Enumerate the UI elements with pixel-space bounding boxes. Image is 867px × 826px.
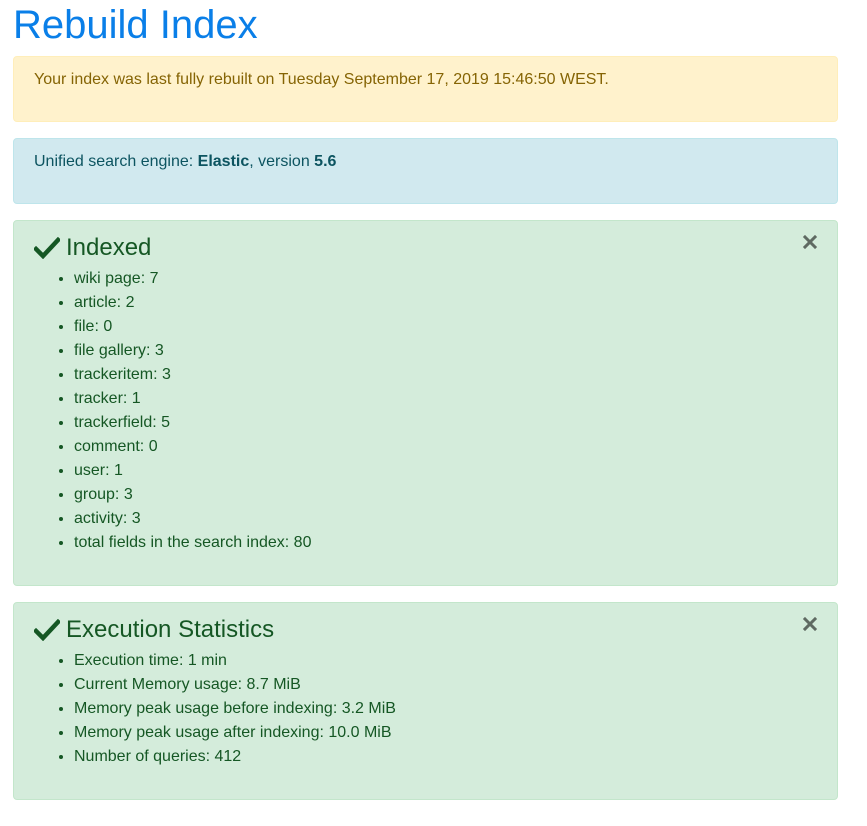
last-rebuilt-text: Your index was last fully rebuilt on Tue… <box>34 71 609 88</box>
list-item: activity: 3 <box>74 507 817 531</box>
stats-heading: Execution Statistics <box>34 615 817 645</box>
indexed-heading: Indexed <box>34 233 817 263</box>
close-icon <box>803 235 817 249</box>
list-item: Execution time: 1 min <box>74 649 817 673</box>
list-item: Number of queries: 412 <box>74 745 817 769</box>
list-item: wiki page: 7 <box>74 267 817 291</box>
search-engine-alert: Unified search engine: Elastic, version … <box>13 138 838 204</box>
list-item: trackerfield: 5 <box>74 411 817 435</box>
page-title: Rebuild Index <box>13 3 258 47</box>
indexed-list: wiki page: 7 article: 2 file: 0 file gal… <box>34 267 817 555</box>
indexed-panel: Indexed wiki page: 7 article: 2 file: 0 … <box>13 220 838 586</box>
stats-close-button[interactable] <box>803 617 817 631</box>
list-item: Memory peak usage after indexing: 10.0 M… <box>74 721 817 745</box>
page: Rebuild Index Your index was last fully … <box>0 0 851 800</box>
search-engine-prefix: Unified search engine: <box>34 153 198 170</box>
check-icon <box>34 237 60 259</box>
list-item: Memory peak usage before indexing: 3.2 M… <box>74 697 817 721</box>
stats-heading-text: Execution Statistics <box>66 616 275 643</box>
close-icon <box>803 617 817 631</box>
search-engine-middle: , version <box>249 153 315 170</box>
list-item: file: 0 <box>74 315 817 339</box>
list-item: comment: 0 <box>74 435 817 459</box>
list-item: group: 3 <box>74 483 817 507</box>
list-item: file gallery: 3 <box>74 339 817 363</box>
search-engine-name: Elastic <box>197 153 250 170</box>
list-item: article: 2 <box>74 291 817 315</box>
list-item: Current Memory usage: 8.7 MiB <box>74 673 817 697</box>
check-icon <box>34 619 60 641</box>
stats-list: Execution time: 1 min Current Memory usa… <box>34 649 817 769</box>
search-engine-version: 5.6 <box>314 153 337 170</box>
list-item: user: 1 <box>74 459 817 483</box>
execution-stats-panel: Execution Statistics Execution time: 1 m… <box>13 602 838 800</box>
last-rebuilt-alert: Your index was last fully rebuilt on Tue… <box>13 56 838 122</box>
list-item: tracker: 1 <box>74 387 817 411</box>
list-item: total fields in the search index: 80 <box>74 531 817 555</box>
list-item: trackeritem: 3 <box>74 363 817 387</box>
indexed-close-button[interactable] <box>803 235 817 249</box>
indexed-heading-text: Indexed <box>66 234 152 261</box>
